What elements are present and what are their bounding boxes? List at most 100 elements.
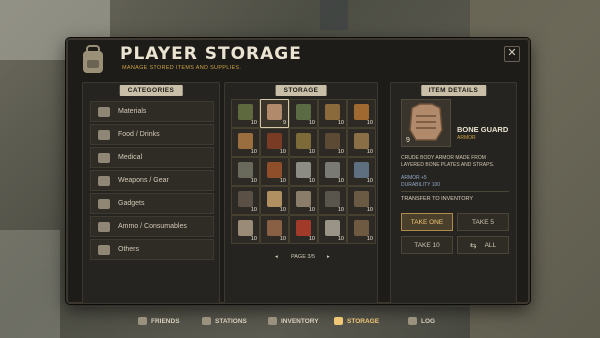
divider [78, 306, 518, 307]
category-item[interactable]: Medical [90, 147, 214, 168]
storage-slot[interactable]: 10 [231, 157, 260, 186]
slot-quantity: 10 [366, 236, 373, 242]
storage-slot[interactable]: 10 [260, 215, 289, 244]
slot-quantity: 10 [250, 120, 257, 126]
item-details-panel: ITEM DETAILS 9 BONE GUARD ARMOR CRUDE BO… [390, 82, 517, 304]
nav-tab-inventory[interactable]: INVENTORY [268, 312, 319, 330]
categories-header: CATEGORIES [119, 85, 183, 96]
take-five-button[interactable]: TAKE 5 [457, 213, 509, 231]
take-all-label: ALL [484, 241, 497, 249]
nav-label: FRIENDS [151, 317, 180, 325]
item-description: CRUDE BODY ARMOR MADE FROM LAYERED BONE … [401, 155, 495, 168]
item-stat-armor: ARMOR +5 [401, 175, 427, 181]
slot-quantity: 10 [337, 149, 344, 155]
storage-slot[interactable]: 10 [347, 128, 376, 157]
storage-slot[interactable]: 10 [318, 157, 347, 186]
transfer-arrows-icon: ⇆ [469, 240, 477, 250]
nav-label: LOG [421, 317, 436, 325]
vest-icon [238, 162, 253, 178]
storage-slot[interactable]: 10 [289, 157, 318, 186]
shotgun-icon [354, 220, 369, 236]
gadgets-icon [98, 198, 110, 209]
storage-slot[interactable]: 10 [347, 215, 376, 244]
rifle-icon [354, 191, 369, 207]
storage-grid-panel: STORAGE 10 9 10 10 10 10 10 10 10 10 10 10 10 10 10 10 1… [224, 82, 378, 304]
storage-slot[interactable]: 9 [260, 99, 289, 128]
slot-quantity: 10 [366, 120, 373, 126]
selected-item-qty: 9 [406, 137, 410, 144]
slot-quantity: 10 [279, 236, 286, 242]
others-icon [98, 244, 110, 255]
bat-icon [267, 191, 282, 207]
category-label: Materials [118, 108, 147, 115]
storage-slot[interactable]: 10 [289, 99, 318, 128]
storage-slot[interactable]: 10 [260, 186, 289, 215]
bone-armor-icon [267, 104, 282, 120]
storage-slot[interactable]: 10 [231, 186, 260, 215]
category-item[interactable]: Gadgets [90, 193, 214, 214]
category-label: Medical [118, 154, 143, 161]
storage-slot[interactable]: 10 [289, 215, 318, 244]
nav-label: STORAGE [347, 317, 380, 325]
armor-icon [267, 133, 282, 149]
storage-slot[interactable]: 10 [347, 157, 376, 186]
take-all-button[interactable]: ⇆ ALL [457, 236, 509, 254]
transfer-label: TRANSFER TO INVENTORY [401, 196, 474, 202]
slot-quantity: 10 [337, 178, 344, 184]
storage-slot[interactable]: 10 [289, 128, 318, 157]
storage-slot[interactable]: 10 [231, 215, 260, 244]
category-item[interactable]: Weapons / Gear [90, 170, 214, 191]
stations-icon [202, 317, 211, 325]
slot-quantity: 10 [308, 236, 315, 242]
item-details-header: ITEM DETAILS [420, 85, 487, 96]
crowbar-icon [238, 220, 253, 236]
storage-slot[interactable]: 10 [260, 128, 289, 157]
storage-panel: PLAYER STORAGE MANAGE STORED ITEMS AND S… [66, 38, 530, 325]
storage-slot[interactable]: 10 [347, 186, 376, 215]
pager-prev-button[interactable]: ◂ [275, 254, 278, 260]
slot-quantity: 10 [279, 207, 286, 213]
category-item[interactable]: Food / Drinks [90, 124, 214, 145]
storage-slot[interactable]: 10 [231, 128, 260, 157]
page-title: PLAYER STORAGE [120, 44, 302, 64]
pager-next-button[interactable]: ▸ [327, 254, 330, 260]
nav-tab-storage[interactable]: STORAGE [334, 312, 379, 330]
jacket-icon [296, 104, 311, 120]
slot-quantity: 10 [250, 178, 257, 184]
take-one-button[interactable]: TAKE ONE [401, 213, 453, 231]
take-ten-button[interactable]: TAKE 10 [401, 236, 453, 254]
storage-slot[interactable]: 10 [318, 99, 347, 128]
storage-slot[interactable]: 10 [318, 215, 347, 244]
jacket-icon [267, 162, 282, 178]
slot-quantity: 10 [308, 178, 315, 184]
smg-icon [325, 191, 340, 207]
category-label: Weapons / Gear [118, 177, 169, 184]
vest-icon [296, 133, 311, 149]
category-label: Gadgets [118, 200, 145, 207]
vest-icon [325, 104, 340, 120]
background-building [0, 230, 60, 338]
vest-icon [325, 133, 340, 149]
slot-quantity: 10 [366, 207, 373, 213]
category-item[interactable]: Ammo / Consumables [90, 216, 214, 237]
storage-slot[interactable]: 10 [231, 99, 260, 128]
storage-slot[interactable]: 10 [318, 186, 347, 215]
close-button[interactable]: ✕ [504, 46, 520, 62]
page-indicator: PAGE 3/5 [291, 254, 316, 260]
storage-slot[interactable]: 10 [289, 186, 318, 215]
nav-tab-log[interactable]: LOG [408, 312, 435, 330]
vest-icon [238, 133, 253, 149]
storage-slot[interactable]: 10 [347, 99, 376, 128]
nav-tab-stations[interactable]: STATIONS [202, 312, 247, 330]
storage-slot[interactable]: 10 [318, 128, 347, 157]
nav-label: STATIONS [215, 317, 247, 325]
nav-tab-friends[interactable]: FRIENDS [138, 312, 180, 330]
category-label: Others [118, 246, 140, 253]
friends-icon [138, 317, 147, 325]
storage-slot[interactable]: 10 [260, 157, 289, 186]
item-type: ARMOR [457, 135, 476, 141]
slot-quantity: 10 [308, 149, 315, 155]
item-name: BONE GUARD [457, 125, 509, 134]
category-item[interactable]: Materials [90, 101, 214, 122]
category-item[interactable]: Others [90, 239, 214, 260]
